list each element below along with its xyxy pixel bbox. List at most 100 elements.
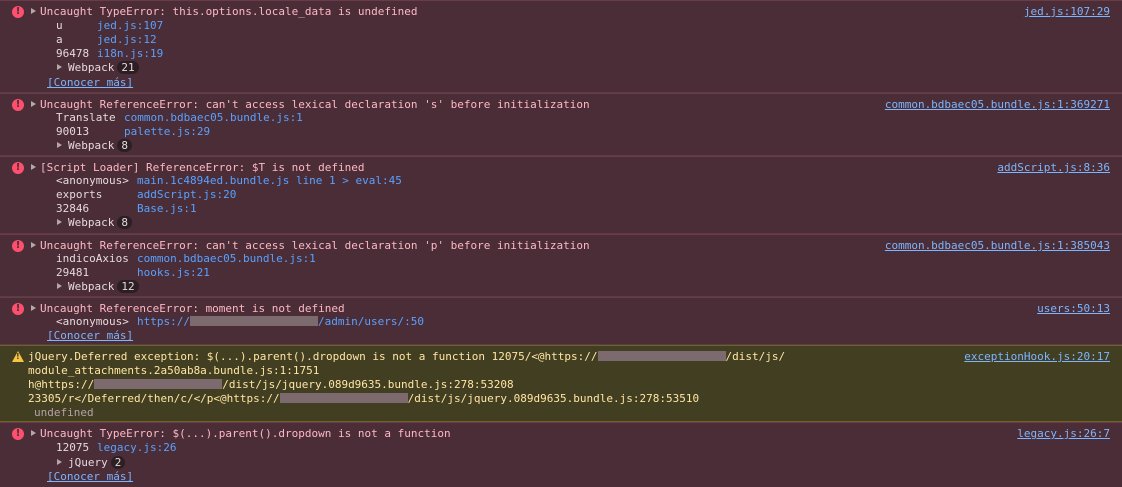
error-icon: ! [12, 428, 24, 440]
error-icon: ! [12, 6, 24, 18]
frame-location-link[interactable]: addScript.js:20 [137, 188, 236, 201]
stack-frame[interactable]: 96478 i18n.js:19 [56, 47, 163, 61]
stack-frame[interactable]: Translate common.bdbaec05.bundle.js:1 [56, 111, 303, 125]
learn-more-link[interactable]: [Conocer más] [47, 470, 133, 484]
frame-location-link[interactable]: main.1c4894ed.bundle.js line 1 > eval:45 [137, 174, 402, 187]
console-warning-message[interactable]: ! exceptionHook.js:20:17 jQuery.Deferred… [0, 345, 1122, 422]
frame-function: u [56, 19, 63, 32]
group-count-badge: 2 [110, 456, 126, 469]
webpack-frame-group[interactable]: Webpack 21 [57, 61, 139, 75]
warning-text-line[interactable]: jQuery.Deferred exception: $(...).parent… [28, 350, 785, 364]
console-error-message[interactable]: ! [Script Loader] ReferenceError: $T is … [0, 156, 1122, 234]
expand-triangle-icon [57, 219, 62, 225]
stack-frame[interactable]: 29481 hooks.js:21 [56, 266, 210, 280]
frame-function: Translate [56, 111, 116, 124]
redacted-host [94, 379, 223, 389]
frame-function: 12075 [56, 441, 90, 454]
group-count-badge: 12 [117, 280, 139, 293]
stack-frame[interactable]: <anonymous> main.1c4894ed.bundle.js line … [56, 174, 402, 188]
frame-function: <anonymous> [56, 174, 129, 187]
stack-frame[interactable]: u jed.js:107 [56, 19, 163, 33]
group-label: Webpack [68, 280, 115, 293]
group-count-badge: 21 [117, 61, 139, 74]
error-text[interactable]: [Script Loader] ReferenceError: $T is no… [40, 161, 365, 175]
frame-function: indicoAxios [56, 252, 129, 265]
expand-triangle-icon[interactable] [31, 8, 36, 14]
group-count-badge: 8 [117, 216, 132, 229]
redacted-host [597, 351, 726, 361]
source-link[interactable]: addScript.js:8:36 [997, 161, 1110, 175]
source-link[interactable]: exceptionHook.js:20:17 [964, 350, 1110, 364]
stack-frame[interactable]: indicoAxios common.bdbaec05.bundle.js:1 [56, 252, 316, 266]
frame-location-link[interactable]: hooks.js:21 [137, 266, 210, 279]
redacted-host [279, 393, 408, 403]
console-error-message[interactable]: ! Uncaught TypeError: $(...).parent().dr… [0, 422, 1122, 487]
expand-triangle-icon [57, 142, 62, 148]
frame-function: a [56, 33, 63, 46]
stack-frame[interactable]: <anonymous> https:// /admin/users/:50 [56, 315, 424, 329]
jquery-frame-group[interactable]: jQuery 2 [57, 456, 126, 470]
learn-more-link[interactable]: [Conocer más] [47, 76, 133, 90]
stack-frame[interactable]: 90013 palette.js:29 [56, 125, 210, 139]
source-link[interactable]: jed.js:107:29 [1024, 5, 1110, 19]
expand-triangle-icon [57, 459, 62, 465]
warning-text: /dist/js/ [725, 350, 786, 363]
frame-function: 32846 [56, 202, 90, 215]
frame-location-link[interactable]: legacy.js:26 [97, 441, 176, 454]
frame-location-link[interactable]: palette.js:29 [124, 125, 210, 138]
error-icon: ! [12, 99, 24, 111]
warning-text-line[interactable]: h@https:// /dist/js/jquery.089d9635.bundl… [28, 378, 514, 392]
warning-text-line[interactable]: 23305/r</Deferred/then/c/</p<@https:// /d… [28, 392, 699, 406]
frame-location-link[interactable]: Base.js:1 [137, 202, 197, 215]
webpack-frame-group[interactable]: Webpack 8 [57, 139, 132, 153]
frame-location-link[interactable]: common.bdbaec05.bundle.js:1 [137, 252, 316, 265]
error-text[interactable]: Uncaught TypeError: this.options.locale_… [40, 5, 418, 19]
expand-triangle-icon[interactable] [31, 242, 36, 248]
result-value: undefined [34, 406, 94, 419]
source-link[interactable]: users:50:13 [1037, 302, 1110, 316]
source-link[interactable]: legacy.js:26:7 [1017, 427, 1110, 441]
frame-location-link[interactable]: common.bdbaec05.bundle.js:1 [124, 111, 303, 124]
console-error-message[interactable]: ! Uncaught ReferenceError: can't access … [0, 93, 1122, 156]
source-link[interactable]: common.bdbaec05.bundle.js:1:385043 [885, 239, 1110, 253]
expand-triangle-icon[interactable] [31, 101, 36, 107]
error-icon: ! [12, 162, 24, 174]
redacted-host [189, 316, 318, 326]
url-prefix: https:// [137, 315, 190, 328]
expand-triangle-icon[interactable] [31, 430, 36, 436]
console-error-message[interactable]: ! Uncaught ReferenceError: moment is not… [0, 297, 1122, 345]
expand-triangle-icon[interactable] [31, 164, 36, 170]
frame-function: 29481 [56, 266, 90, 279]
error-text[interactable]: Uncaught ReferenceError: can't access le… [40, 98, 590, 112]
frame-location-link[interactable]: https:// /admin/users/:50 [137, 315, 424, 328]
frame-location-link[interactable]: jed.js:107 [97, 19, 163, 32]
frame-location-link[interactable]: jed.js:12 [97, 33, 157, 46]
group-label: Webpack [68, 61, 115, 74]
console-error-message[interactable]: ! Uncaught TypeError: this.options.local… [0, 0, 1122, 93]
url-suffix: /admin/users/:50 [317, 315, 424, 328]
webpack-frame-group[interactable]: Webpack 12 [57, 280, 139, 294]
source-link[interactable]: common.bdbaec05.bundle.js:1:369271 [885, 98, 1110, 112]
stack-frame[interactable]: a jed.js:12 [56, 33, 157, 47]
frame-location-link[interactable]: i18n.js:19 [97, 47, 163, 60]
expand-triangle-icon [57, 283, 62, 289]
warning-text-line[interactable]: module_attachments.2a50ab8a.bundle.js:1:… [28, 364, 319, 378]
stack-frame[interactable]: 12075 legacy.js:26 [56, 441, 176, 455]
frame-function: 96478 [56, 47, 90, 60]
warning-text: jQuery.Deferred exception: $(...).parent… [28, 350, 598, 363]
console-error-message[interactable]: ! Uncaught ReferenceError: can't access … [0, 234, 1122, 297]
browser-console: ! Uncaught TypeError: this.options.local… [0, 0, 1122, 487]
learn-more-link[interactable]: [Conocer más] [47, 329, 133, 343]
warning-text: /dist/js/jquery.089d9635.bundle.js:278:5… [407, 392, 700, 405]
expand-triangle-icon[interactable] [31, 305, 36, 311]
stack-frame[interactable]: 32846 Base.js:1 [56, 202, 197, 216]
stack-frame[interactable]: exports addScript.js:20 [56, 188, 236, 202]
warning-icon: ! [12, 351, 24, 362]
error-text[interactable]: Uncaught ReferenceError: can't access le… [40, 239, 590, 253]
frame-function: exports [56, 188, 103, 201]
error-text[interactable]: Uncaught ReferenceError: moment is not d… [40, 302, 345, 316]
error-icon: ! [12, 303, 24, 315]
error-text[interactable]: Uncaught TypeError: $(...).parent().drop… [40, 427, 451, 441]
webpack-frame-group[interactable]: Webpack 8 [57, 216, 132, 230]
expand-triangle-icon [57, 64, 62, 70]
